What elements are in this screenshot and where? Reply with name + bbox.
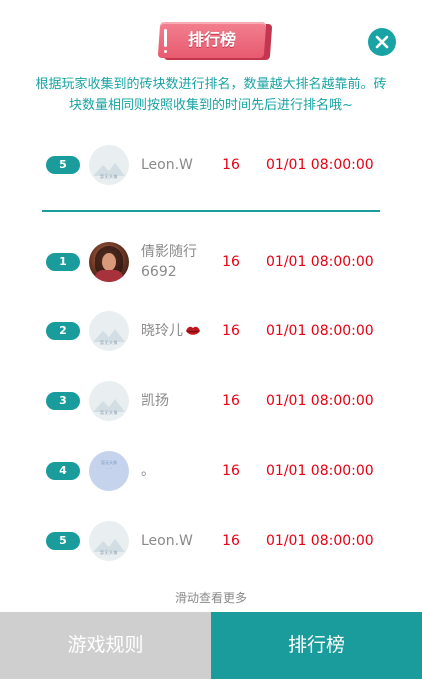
avatar: 暂无头像 · · ·: [89, 451, 129, 491]
player-name: 。: [141, 463, 155, 479]
leaderboard-row: 4 暂无头像 · · · 。 16 01/01 08:00:00: [0, 446, 422, 496]
collect-time: 01/01 08:00:00: [266, 393, 374, 409]
player-name: 晓玲儿: [141, 323, 183, 339]
current-user-row: 5 暂无头像 Leon.W 16 01/01 08:00:00: [0, 140, 422, 190]
tab-game-rules[interactable]: 游戏规则: [0, 612, 211, 679]
brick-count: 16: [222, 254, 240, 270]
player-name: Leon.W: [141, 533, 193, 549]
avatar: 暂无头像: [89, 381, 129, 421]
leaderboard-row: 5 暂无头像 Leon.W 16 01/01 08:00:00: [0, 516, 422, 566]
close-icon: [375, 35, 389, 49]
player-name: 倩影随行6692: [141, 244, 197, 280]
lips-emoji-icon: [186, 326, 200, 335]
collect-time: 01/01 08:00:00: [266, 254, 374, 270]
collect-time: 01/01 08:00:00: [266, 157, 374, 173]
player-name: Leon.W: [141, 157, 193, 173]
title-ribbon: 排行榜: [157, 22, 273, 62]
avatar: 暂无头像: [89, 311, 129, 351]
collect-time: 01/01 08:00:00: [266, 323, 374, 339]
rank-badge: 2: [46, 322, 80, 340]
divider: [42, 210, 380, 212]
close-button[interactable]: [368, 28, 396, 56]
scroll-hint: 滑动查看更多: [174, 591, 247, 605]
player-name-wrap: 晓玲儿: [141, 321, 201, 341]
rank-badge: 5: [46, 532, 80, 550]
leaderboard-row: 2 暂无头像 晓玲儿 16 01/01 08:00:00: [0, 306, 422, 356]
brick-count: 16: [222, 157, 240, 173]
rank-badge: 4: [46, 462, 80, 480]
tab-leaderboard[interactable]: 排行榜: [211, 612, 422, 679]
rank-badge: 3: [46, 392, 80, 410]
bottom-tab-bar: 游戏规则 排行榜: [0, 612, 422, 679]
rank-badge: 1: [46, 253, 80, 271]
brick-count: 16: [222, 323, 240, 339]
collect-time: 01/01 08:00:00: [266, 463, 374, 479]
collect-time: 01/01 08:00:00: [266, 533, 374, 549]
leaderboard-page: 排行榜 根据玩家收集到的砖块数进行排名，数量越大排名越靠前。砖块数量相同则按照收…: [0, 0, 422, 679]
leaderboard-row: 3 暂无头像 凯扬 16 01/01 08:00:00: [0, 376, 422, 426]
rules-description: 根据玩家收集到的砖块数进行排名，数量越大排名越靠前。砖块数量相同则按照收集到的时…: [35, 77, 387, 113]
avatar: 暂无头像: [89, 521, 129, 561]
avatar: [89, 242, 129, 282]
brick-count: 16: [222, 393, 240, 409]
avatar: 暂无头像: [89, 145, 129, 185]
page-title: 排行榜: [187, 30, 236, 49]
player-name: 凯扬: [141, 393, 169, 409]
leaderboard-row: 1 倩影随行6692 16 01/01 08:00:00: [0, 237, 422, 287]
rank-badge: 5: [46, 156, 80, 174]
brick-count: 16: [222, 533, 240, 549]
brick-count: 16: [222, 463, 240, 479]
